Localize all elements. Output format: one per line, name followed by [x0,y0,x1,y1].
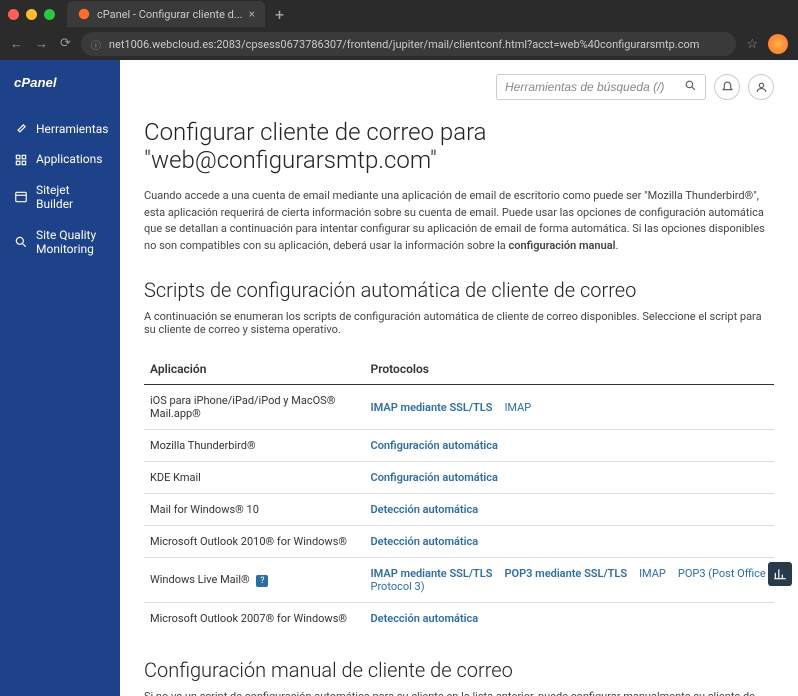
maximize-window-button[interactable] [44,9,55,20]
manual-sub-1: Si no ve un script de configuración auto… [144,690,755,696]
protocols-cell: Configuración automática [365,462,775,494]
url-bar[interactable]: ⓘ net1006.webcloud.es:2083/cpsess0673786… [81,32,736,56]
nav-right: ☆ [746,34,788,54]
chart-icon [773,567,787,581]
protocols-cell: IMAP mediante SSL/TLS POP3 mediante SSL/T… [365,558,775,603]
tools-icon [14,122,28,136]
app-cell: Microsoft Outlook 2010® for Windows® [144,526,365,558]
table-row: KDE Kmail Configuración automática [144,462,774,494]
tab-title: cPanel - Configurar cliente d... [97,8,243,21]
forward-button[interactable]: → [35,36,48,52]
minimize-window-button[interactable] [26,9,37,20]
profile-avatar[interactable] [768,34,788,54]
nav-arrows: ← → ⟳ [10,36,71,52]
app-cell: iOS para iPhone/iPad/iPod y MacOS® Mail.… [144,385,365,430]
table-row: Microsoft Outlook 2007® for Windows® Dete… [144,603,774,635]
magnifier-icon [14,235,28,249]
protocol-link[interactable]: Configuración automática [371,471,498,484]
protocol-link[interactable]: Detección automática [371,503,479,516]
sitejet-icon [14,190,28,204]
app-cell: Mozilla Thunderbird® [144,430,365,462]
cpanel-logo-icon: cPanel [14,74,86,92]
sidebar-item-sitejet[interactable]: Sitejet Builder [0,175,120,220]
sidebar-item-applications[interactable]: Applications [0,144,120,174]
protocols-cell: IMAP mediante SSL/TLS IMAP [365,385,775,430]
intro-part-2: . [615,239,618,252]
table-row: Mozilla Thunderbird® Configuración automá… [144,430,774,462]
sidebar-item-label: Herramientas [36,122,108,136]
sidebar: cPanel Herramientas Applications Sitejet… [0,60,120,696]
protocols-cell: Detección automática [365,603,775,635]
user-icon [755,81,768,94]
protocols-cell: Configuración automática [365,430,775,462]
app-cell: Microsoft Outlook 2007® for Windows® [144,603,365,635]
close-window-button[interactable] [8,9,19,20]
protocol-link[interactable]: IMAP mediante SSL/TLS [371,567,493,580]
protocol-link[interactable]: Detección automática [371,535,479,548]
cpanel-logo[interactable]: cPanel [0,74,120,114]
protocol-link[interactable]: IMAP mediante SSL/TLS [371,401,493,414]
protocol-link[interactable]: IMAP [639,567,666,580]
search-icon[interactable] [684,79,697,96]
sidebar-item-label: Site Quality Monitoring [36,228,106,257]
table-row: iOS para iPhone/iPad/iPod y MacOS® Mail.… [144,385,774,430]
bookmark-icon[interactable]: ☆ [746,37,758,52]
app-cell: KDE Kmail [144,462,365,494]
browser-tab[interactable]: cPanel - Configurar cliente d... × [67,1,265,27]
tab-bar: cPanel - Configurar cliente d... × + [0,0,798,28]
intro-part-1: Cuando accede a una cuenta de email medi… [144,189,765,252]
app-container: cPanel Herramientas Applications Sitejet… [0,60,798,696]
protocol-link[interactable]: POP3 mediante SSL/TLS [504,567,627,580]
cpanel-favicon-icon [77,7,91,21]
bell-icon [721,81,734,94]
sidebar-item-label: Applications [36,152,102,166]
site-info-icon[interactable]: ⓘ [91,37,101,52]
sidebar-item-site-quality[interactable]: Site Quality Monitoring [0,220,120,265]
help-icon[interactable]: ? [256,575,268,587]
url-text: net1006.webcloud.es:2083/cpsess067378630… [109,38,726,51]
scripts-heading: Scripts de configuración automática de c… [144,278,774,302]
intro-text: Cuando accede a una cuenta de email medi… [144,188,774,254]
close-tab-icon[interactable]: × [249,7,255,21]
window-controls [8,9,55,20]
app-cell: Windows Live Mail® ? [144,558,365,603]
protocol-link[interactable]: Detección automática [371,612,479,625]
protocols-cell: Detección automática [365,494,775,526]
manual-heading: Configuración manual de cliente de corre… [144,658,774,682]
intro-strong: configuración manual [509,239,616,252]
notifications-button[interactable] [714,74,740,100]
sidebar-item-herramientas[interactable]: Herramientas [0,114,120,144]
feedback-float-button[interactable] [768,562,792,586]
apps-icon [14,153,28,167]
new-tab-button[interactable]: + [269,5,290,24]
reload-button[interactable]: ⟳ [60,36,71,52]
back-button[interactable]: ← [10,36,23,52]
protocol-link[interactable]: IMAP [504,401,531,414]
topbar [144,74,774,100]
table-row: Windows Live Mail® ?IMAP mediante SSL/TL… [144,558,774,603]
manual-subtext: Si no ve un script de configuración auto… [144,690,774,696]
th-app: Aplicación [144,354,365,385]
protocols-cell: Detección automática [365,526,775,558]
page-title: Configurar cliente de correo para "web@c… [144,118,774,174]
th-protocols: Protocolos [365,354,775,385]
scripts-table: Aplicación Protocolos iOS para iPhone/iP… [144,354,774,634]
main-content: Configurar cliente de correo para "web@c… [120,60,798,696]
table-row: Microsoft Outlook 2010® for Windows® Dete… [144,526,774,558]
table-row: Mail for Windows® 10 Detección automática [144,494,774,526]
search-input[interactable] [505,80,684,94]
search-wrap [496,74,706,100]
browser-chrome: cPanel - Configurar cliente d... × + ← →… [0,0,798,60]
app-cell: Mail for Windows® 10 [144,494,365,526]
protocol-link[interactable]: Configuración automática [371,439,498,452]
scripts-subtext: A continuación se enumeran los scripts d… [144,310,774,336]
nav-bar: ← → ⟳ ⓘ net1006.webcloud.es:2083/cpsess0… [0,28,798,60]
svg-text:cPanel: cPanel [14,75,57,90]
sidebar-item-label: Sitejet Builder [36,183,106,212]
user-menu-button[interactable] [748,74,774,100]
